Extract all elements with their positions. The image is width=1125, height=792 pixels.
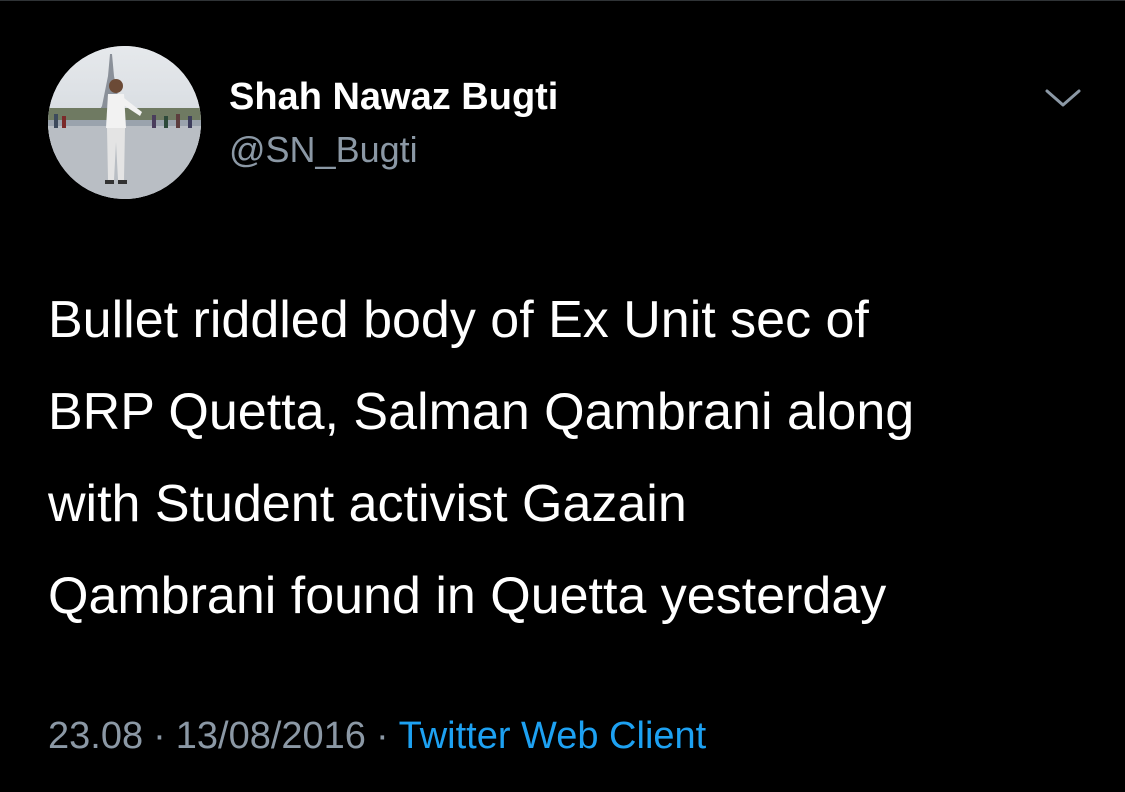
tweet-text-line: BRP Quetta, Salman Qambrani along (48, 383, 915, 441)
author-handle[interactable]: @SN_Bugti (229, 128, 558, 172)
tweet-date[interactable]: 13/08/2016 (176, 715, 366, 757)
author-info: Shah Nawaz Bugti @SN_Bugti (229, 74, 558, 172)
author-avatar[interactable] (48, 46, 201, 199)
tweet-text-line: with Student activist Gazain (48, 475, 687, 533)
tweet-source-link[interactable]: Twitter Web Client (399, 715, 707, 757)
tweet-text-line: Qambrani found in Quetta yesterday (48, 567, 887, 625)
tweet-menu-button[interactable] (1038, 80, 1088, 116)
tweet-meta: 23.08 · 13/08/2016 · Twitter Web Client (48, 712, 706, 760)
author-display-name[interactable]: Shah Nawaz Bugti (229, 74, 558, 120)
avatar-photo (48, 46, 201, 199)
tweet-text-line: Bullet riddled body of Ex Unit sec of (48, 291, 869, 349)
tweet-text: Bullet riddled body of Ex Unit sec of BR… (48, 274, 1088, 642)
tweet-time[interactable]: 23.08 (48, 715, 143, 757)
chevron-down-icon (1045, 89, 1081, 107)
tweet: Shah Nawaz Bugti @SN_Bugti Bullet riddle… (0, 0, 1125, 792)
meta-separator: · (153, 715, 166, 757)
meta-separator: · (375, 715, 389, 757)
